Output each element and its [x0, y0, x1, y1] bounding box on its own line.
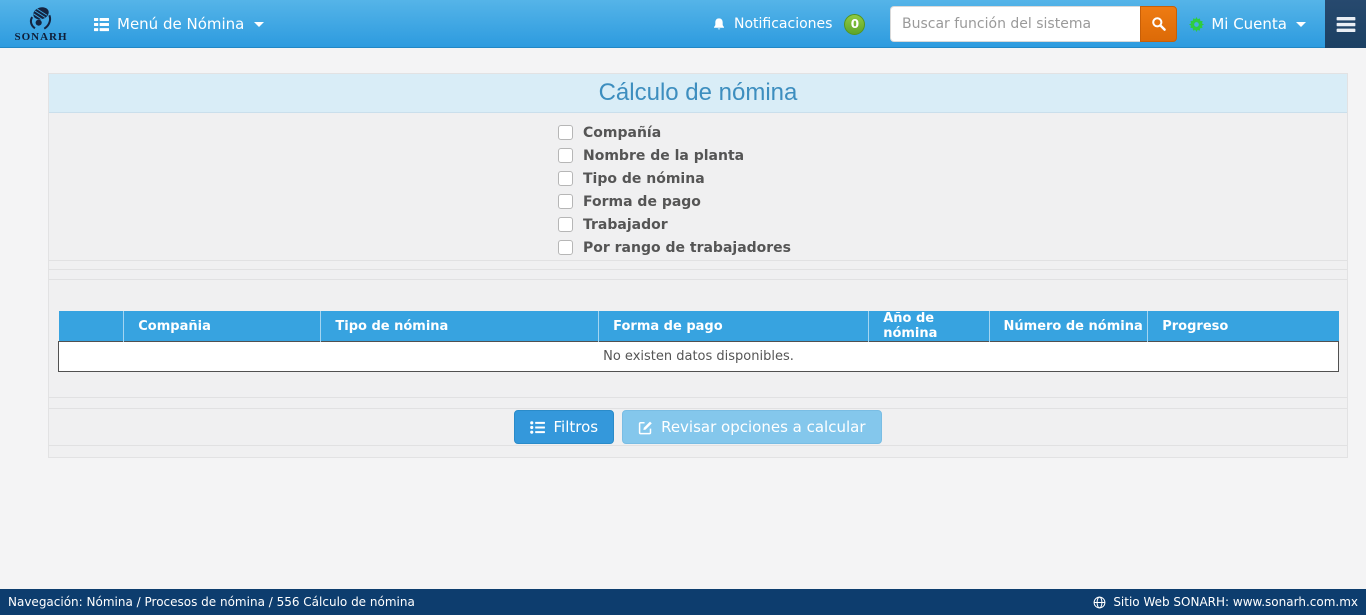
table-header-tipo-nomina: Tipo de nómina: [321, 311, 599, 342]
filter-row: Compañía: [558, 121, 1347, 144]
gear-icon: [1189, 17, 1204, 32]
notifications-label: Notificaciones: [734, 16, 832, 32]
actions-section: Filtros Revisar opciones a calcular: [49, 409, 1347, 445]
breadcrumb: Navegación: Nómina / Procesos de nómina …: [8, 595, 415, 609]
notifications-button[interactable]: Notificaciones 0: [712, 0, 865, 48]
filter-options-section: Compañía Nombre de la planta Tipo de nóm…: [49, 113, 1347, 260]
filter-checkbox-trabajador[interactable]: [558, 217, 573, 232]
edit-icon: [638, 420, 653, 435]
filter-row: Tipo de nómina: [558, 167, 1347, 190]
globe-icon: [1093, 596, 1106, 609]
payroll-menu-label: Menú de Nómina: [117, 15, 244, 33]
list-ul-icon: [530, 421, 545, 434]
bell-icon: [712, 17, 726, 31]
filter-row: Forma de pago: [558, 190, 1347, 213]
table-header-empty: [59, 311, 124, 342]
calculation-panel: Cálculo de nómina Compañía Nombre de la …: [48, 73, 1348, 458]
filter-checkbox-tipo-nomina[interactable]: [558, 171, 573, 186]
table-header-row: Compañia Tipo de nómina Forma de pago Añ…: [59, 311, 1339, 342]
filter-row: Por rango de trabajadores: [558, 236, 1347, 259]
filter-row: Nombre de la planta: [558, 144, 1347, 167]
list-menu-icon: [94, 17, 109, 32]
empty-table-message: No existen datos disponibles.: [59, 342, 1339, 372]
divider: [49, 260, 1347, 269]
filter-row: Trabajador: [558, 213, 1347, 236]
filter-checkbox-compania[interactable]: [558, 125, 573, 140]
hamburger-menu-button[interactable]: [1325, 0, 1366, 48]
payroll-results-table: Compañia Tipo de nómina Forma de pago Añ…: [58, 311, 1339, 372]
website-link[interactable]: Sitio Web SONARH: www.sonarh.com.mx: [1113, 595, 1358, 609]
table-header-forma-pago: Forma de pago: [599, 311, 869, 342]
divider: [49, 397, 1347, 409]
table-row: No existen datos disponibles.: [59, 342, 1339, 372]
search-icon: [1151, 16, 1167, 32]
search-input[interactable]: [890, 6, 1140, 42]
filter-label: Nombre de la planta: [583, 148, 744, 164]
review-options-button-label: Revisar opciones a calcular: [661, 418, 865, 436]
top-navbar: SONARH Menú de Nómina Notificaciones 0: [0, 0, 1366, 48]
table-header-progreso: Progreso: [1148, 311, 1339, 342]
review-options-button[interactable]: Revisar opciones a calcular: [622, 410, 881, 444]
table-header-compania: Compañia: [124, 311, 321, 342]
results-table-section: Compañia Tipo de nómina Forma de pago Añ…: [49, 279, 1347, 397]
filter-checkbox-nombre-planta[interactable]: [558, 148, 573, 163]
sonarh-logo[interactable]: SONARH: [10, 5, 72, 43]
filters-button-label: Filtros: [553, 418, 598, 436]
hamburger-icon: [1336, 17, 1356, 32]
table-header-ano-nomina: Año de nómina: [869, 311, 989, 342]
filter-label: Tipo de nómina: [583, 171, 705, 187]
filter-label: Trabajador: [583, 217, 668, 233]
filters-button[interactable]: Filtros: [514, 410, 614, 444]
notifications-count-badge: 0: [844, 14, 865, 35]
filter-label: Por rango de trabajadores: [583, 240, 791, 256]
payroll-menu-dropdown[interactable]: Menú de Nómina: [94, 15, 264, 33]
filter-checkbox-forma-pago[interactable]: [558, 194, 573, 209]
chevron-down-icon: [1296, 22, 1306, 27]
footer-bar: Navegación: Nómina / Procesos de nómina …: [0, 589, 1366, 615]
table-header-numero-nomina: Número de nómina: [989, 311, 1148, 342]
sonarh-logo-icon: [21, 5, 61, 31]
brand-text: SONARH: [10, 31, 72, 43]
my-account-dropdown[interactable]: Mi Cuenta: [1189, 0, 1306, 48]
panel-header: Cálculo de nómina: [49, 74, 1347, 113]
filter-label: Forma de pago: [583, 194, 701, 210]
chevron-down-icon: [254, 22, 264, 27]
page-title: Cálculo de nómina: [49, 74, 1347, 112]
divider: [49, 269, 1347, 279]
filter-label: Compañía: [583, 125, 661, 141]
search-button[interactable]: [1140, 6, 1177, 42]
my-account-label: Mi Cuenta: [1211, 15, 1287, 33]
divider: [49, 445, 1347, 457]
filter-checkbox-rango-trabajadores[interactable]: [558, 240, 573, 255]
